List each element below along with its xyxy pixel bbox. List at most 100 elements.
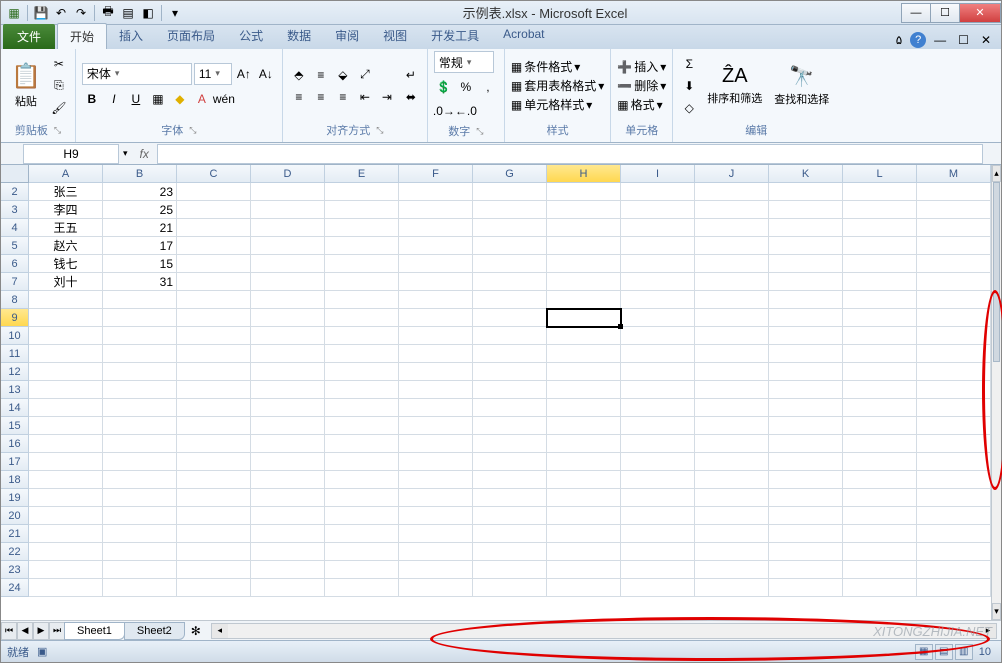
cell-F12[interactable]	[399, 363, 473, 381]
new-sheet-icon[interactable]: ✻	[185, 624, 207, 638]
cell-F17[interactable]	[399, 453, 473, 471]
row-header-13[interactable]: 13	[1, 381, 29, 399]
cell-L22[interactable]	[843, 543, 917, 561]
row-header-3[interactable]: 3	[1, 201, 29, 219]
scroll-left-icon[interactable]: ◂	[212, 624, 228, 638]
cell-E9[interactable]	[325, 309, 399, 327]
cell-A14[interactable]	[29, 399, 103, 417]
cell-A23[interactable]	[29, 561, 103, 579]
row-header-4[interactable]: 4	[1, 219, 29, 237]
cell-B6[interactable]: 15	[103, 255, 177, 273]
cell-A3[interactable]: 李四	[29, 201, 103, 219]
sheet-tab-sheet2[interactable]: Sheet2	[124, 622, 185, 640]
cell-F21[interactable]	[399, 525, 473, 543]
row-header-12[interactable]: 12	[1, 363, 29, 381]
macro-record-icon[interactable]: ▣	[37, 645, 47, 658]
ribbon-tab-7[interactable]: 开发工具	[419, 23, 491, 49]
cell-B14[interactable]	[103, 399, 177, 417]
cell-I2[interactable]	[621, 183, 695, 201]
cell-M8[interactable]	[917, 291, 991, 309]
ribbon-tab-1[interactable]: 插入	[107, 23, 155, 49]
ribbon-tab-6[interactable]: 视图	[371, 23, 419, 49]
cell-E5[interactable]	[325, 237, 399, 255]
cell-K7[interactable]	[769, 273, 843, 291]
cell-B22[interactable]	[103, 543, 177, 561]
cell-I18[interactable]	[621, 471, 695, 489]
cell-C8[interactable]	[177, 291, 251, 309]
cell-K18[interactable]	[769, 471, 843, 489]
formula-bar[interactable]	[157, 144, 983, 164]
cell-H21[interactable]	[547, 525, 621, 543]
cell-L23[interactable]	[843, 561, 917, 579]
cell-L5[interactable]	[843, 237, 917, 255]
cell-D11[interactable]	[251, 345, 325, 363]
cell-H8[interactable]	[547, 291, 621, 309]
cell-J13[interactable]	[695, 381, 769, 399]
cell-B2[interactable]: 23	[103, 183, 177, 201]
cell-A24[interactable]	[29, 579, 103, 597]
cell-E12[interactable]	[325, 363, 399, 381]
cell-F10[interactable]	[399, 327, 473, 345]
cell-F15[interactable]	[399, 417, 473, 435]
cell-E24[interactable]	[325, 579, 399, 597]
cell-D24[interactable]	[251, 579, 325, 597]
cell-E18[interactable]	[325, 471, 399, 489]
cell-H13[interactable]	[547, 381, 621, 399]
page-layout-view-icon[interactable]: ▤	[935, 644, 953, 660]
cell-F11[interactable]	[399, 345, 473, 363]
cell-F3[interactable]	[399, 201, 473, 219]
cut-icon[interactable]: ✂	[49, 54, 69, 74]
row-header-9[interactable]: 9	[1, 309, 29, 327]
cell-G23[interactable]	[473, 561, 547, 579]
cell-J23[interactable]	[695, 561, 769, 579]
cell-I15[interactable]	[621, 417, 695, 435]
cell-C7[interactable]	[177, 273, 251, 291]
phonetic-icon[interactable]: wén	[214, 89, 234, 109]
cell-B19[interactable]	[103, 489, 177, 507]
cell-M5[interactable]	[917, 237, 991, 255]
cell-M16[interactable]	[917, 435, 991, 453]
cell-D9[interactable]	[251, 309, 325, 327]
delete-cells-button[interactable]: ➖删除 ▾	[617, 77, 666, 94]
doc-close-icon[interactable]: ✕	[977, 31, 995, 49]
cell-A6[interactable]: 钱七	[29, 255, 103, 273]
cell-F7[interactable]	[399, 273, 473, 291]
cell-D3[interactable]	[251, 201, 325, 219]
cell-G22[interactable]	[473, 543, 547, 561]
cell-B5[interactable]: 17	[103, 237, 177, 255]
font-size-dropdown[interactable]: 11	[194, 63, 232, 85]
cell-L2[interactable]	[843, 183, 917, 201]
cell-B8[interactable]	[103, 291, 177, 309]
cell-J4[interactable]	[695, 219, 769, 237]
cell-F14[interactable]	[399, 399, 473, 417]
cell-M23[interactable]	[917, 561, 991, 579]
cell-J22[interactable]	[695, 543, 769, 561]
cell-H15[interactable]	[547, 417, 621, 435]
increase-decimal-icon[interactable]: .0→	[434, 101, 454, 121]
cell-D12[interactable]	[251, 363, 325, 381]
cell-H7[interactable]	[547, 273, 621, 291]
normal-view-icon[interactable]: ▦	[915, 644, 933, 660]
cell-K22[interactable]	[769, 543, 843, 561]
tab-next-icon[interactable]: ▶	[33, 622, 49, 640]
cell-K3[interactable]	[769, 201, 843, 219]
row-header-2[interactable]: 2	[1, 183, 29, 201]
cell-J6[interactable]	[695, 255, 769, 273]
cell-M18[interactable]	[917, 471, 991, 489]
row-header-21[interactable]: 21	[1, 525, 29, 543]
cell-I10[interactable]	[621, 327, 695, 345]
row-header-22[interactable]: 22	[1, 543, 29, 561]
cell-C24[interactable]	[177, 579, 251, 597]
cell-I21[interactable]	[621, 525, 695, 543]
sort-filter-button[interactable]: ẐA 排序和筛选	[703, 63, 766, 108]
cell-I9[interactable]	[621, 309, 695, 327]
cell-I23[interactable]	[621, 561, 695, 579]
cell-D5[interactable]	[251, 237, 325, 255]
select-all-corner[interactable]	[1, 165, 29, 183]
find-select-button[interactable]: 🔭 查找和选择	[770, 62, 833, 109]
cell-G8[interactable]	[473, 291, 547, 309]
cell-A5[interactable]: 赵六	[29, 237, 103, 255]
cell-K8[interactable]	[769, 291, 843, 309]
cell-E6[interactable]	[325, 255, 399, 273]
cell-A15[interactable]	[29, 417, 103, 435]
